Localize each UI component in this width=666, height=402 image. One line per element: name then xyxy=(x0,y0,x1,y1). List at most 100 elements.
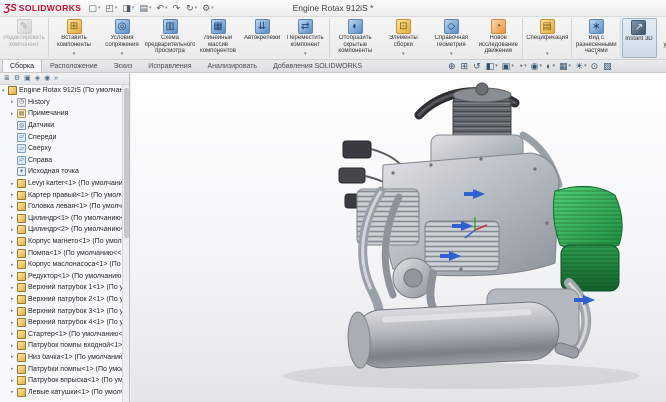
tree-item-label: Патрубок впрыска<1> (По умо xyxy=(28,377,122,384)
configuration-manager-tab-icon[interactable]: ▣ xyxy=(24,75,31,82)
expand-tabs-icon[interactable]: » xyxy=(54,75,58,82)
tree-item[interactable]: ▸ Помпа<1> (По умолчанию<< xyxy=(0,247,122,259)
tree-item[interactable]: ▸ Патрубки помпы<1> (По умол xyxy=(0,363,122,375)
tree-item[interactable]: ▸ Картер правый<1> (По умолча xyxy=(0,189,122,201)
tree-item[interactable]: ▸ Levyi karter<1> (По умолчанию xyxy=(0,178,122,190)
camera-icon[interactable]: ⊙ xyxy=(589,62,602,71)
bill-of-materials-button[interactable]: ▤ Спецификация ▾ xyxy=(524,18,572,58)
tree-item[interactable]: ▱ Спереди xyxy=(0,131,122,143)
exploded-view-button[interactable]: ∗ Вид с разнесенными частями ▾ xyxy=(573,18,621,58)
tree-item-label: Справа xyxy=(28,157,52,164)
print-icon[interactable]: ▤▾ xyxy=(137,4,153,13)
zoom-area-icon[interactable]: ⊞ xyxy=(459,62,472,71)
logo-text: SOLIDWORKS xyxy=(19,3,82,13)
ribbon-button-label: Спецификация xyxy=(526,35,568,42)
tree-item[interactable]: ▸ Верхний патрубок 1<1> (По ум xyxy=(0,282,122,294)
dimxpert-manager-tab-icon[interactable]: ◈ xyxy=(35,75,40,82)
view-settings-icon[interactable]: ☀▾ xyxy=(573,62,589,71)
new-motion-study-button[interactable]: ◔ Новое исследование движения xyxy=(475,18,523,58)
new-document-icon[interactable]: ▢▾ xyxy=(86,4,102,13)
tab-markup[interactable]: Исправления xyxy=(140,59,199,72)
tree-item-label: Спереди xyxy=(28,134,56,141)
view-orientation-icon[interactable]: ▣▾ xyxy=(500,62,516,71)
tree-item[interactable]: ▸ ▤ Примечания xyxy=(0,108,122,120)
feature-manager-tab-icon[interactable]: ≣ xyxy=(4,75,10,82)
tree-item-label: Картер правый<1> (По умолча xyxy=(28,192,122,199)
tree-item[interactable]: ▸ Корпус маслонасоса<1> (По у xyxy=(0,259,122,271)
tree-item[interactable]: ▸ ◷ History xyxy=(0,97,122,109)
tree-item[interactable]: ▸ Редуктор<1> (По умолчанию< xyxy=(0,271,122,283)
tree-item-icon xyxy=(17,365,26,374)
update-speedpak-button[interactable]: ↻ Обновить узлы сборки SpeedPak xyxy=(658,18,666,58)
display-style-icon[interactable]: ◔▾ xyxy=(516,62,529,71)
tab-sketch[interactable]: Эскиз xyxy=(106,59,141,72)
graphics-viewport[interactable] xyxy=(131,73,666,402)
tree-item[interactable]: ▱ Сверху xyxy=(0,143,122,155)
zoom-fit-icon[interactable]: ⊕ xyxy=(446,62,459,71)
tree-scrollbar[interactable] xyxy=(122,85,129,402)
tab-assembly[interactable]: Сборка xyxy=(2,59,42,72)
engine-3d-model[interactable] xyxy=(131,73,666,402)
tree-item[interactable]: ▸ Верхний патрубок 3<1> (По ум xyxy=(0,305,122,317)
tree-item-icon: ◷ xyxy=(17,98,26,107)
tree-item[interactable]: ▱ Справа xyxy=(0,155,122,167)
undo-icon[interactable]: ↶▾ xyxy=(154,4,169,13)
ribbon-button-icon: ◐ xyxy=(348,19,363,34)
tree-item-icon: ▱ xyxy=(17,144,26,153)
ribbon-button-icon: ▤ xyxy=(540,19,555,34)
tab-layout[interactable]: Расположение xyxy=(42,59,106,72)
apply-scene-icon[interactable]: ▦▾ xyxy=(557,62,573,71)
insert-components-button[interactable]: ⊞ Вставить компоненты ▾ xyxy=(50,18,98,58)
tree-item[interactable]: ▸ Верхний патрубок 4<1> (По ум xyxy=(0,317,122,329)
tree-item[interactable]: ▸ Корпус магнето<1> (По умолч xyxy=(0,236,122,248)
previous-view-icon[interactable]: ↺ xyxy=(471,62,484,71)
tree-item[interactable]: ▸ Низ бачка<1> (По умолчанию< xyxy=(0,352,122,364)
linear-pattern-button[interactable]: ▦ Линейный массив компонентов ▾ xyxy=(194,18,242,58)
tree-item[interactable]: ▸ Верхний патрубок 2<1> (По ум xyxy=(0,294,122,306)
component-preview-button[interactable]: ▥ Схема предварительного просмотра компо… xyxy=(146,18,194,58)
edit-component-button[interactable]: ✎ Редактировать компонент xyxy=(1,18,49,58)
section-view-icon[interactable]: ◧▾ xyxy=(484,62,500,71)
tree-item[interactable]: + Исходная точка xyxy=(0,166,122,178)
ribbon-button-icon: ↗ xyxy=(631,20,646,35)
panel-tab-bar: ≣ ⚙ ▣ ◈ ◉ » xyxy=(0,73,129,85)
ribbon-button-label: Вставить компоненты xyxy=(52,35,96,48)
tab-solidworks-addins[interactable]: Добавления SOLIDWORKS xyxy=(265,59,370,72)
open-document-icon[interactable]: ◰▾ xyxy=(103,4,119,13)
tab-evaluate[interactable]: Анализировать xyxy=(200,59,266,72)
save-icon[interactable]: ◨▾ xyxy=(120,4,136,13)
display-manager-tab-icon[interactable]: ◉ xyxy=(44,75,50,82)
ribbon-button-label: Переместить компонент xyxy=(284,35,326,48)
tree-item-icon xyxy=(17,249,26,258)
ribbon-button-label: Отобразить скрытые компоненты xyxy=(333,35,377,55)
tree-item-icon: ▤ xyxy=(17,109,26,118)
tree-item[interactable]: ▸ Цилиндр<1> (По умолчанию< xyxy=(0,213,122,225)
scrollbar-thumb[interactable] xyxy=(124,88,129,238)
property-manager-tab-icon[interactable]: ⚙ xyxy=(14,75,20,82)
tree-root-item[interactable]: ▾ Engine Rotax 912iS (По умолчани xyxy=(0,85,122,97)
ribbon-button-label: Справочная геометрия xyxy=(429,35,473,48)
tree-item-label: Корпус маслонасоса<1> (По у xyxy=(28,261,122,268)
show-hidden-components-button[interactable]: ◐ Отобразить скрытые компоненты xyxy=(331,18,379,58)
tree-item[interactable]: ◎ Датчики xyxy=(0,120,122,132)
title-bar: ƷS SOLIDWORKS ▢▾ ◰▾ ◨▾ ▤▾ xyxy=(0,0,666,17)
tree-item-label: Сверху xyxy=(28,145,51,152)
assembly-features-button[interactable]: ⊡ Элементы сборки ▾ xyxy=(379,18,427,58)
tree-item-icon xyxy=(17,376,26,385)
ribbon-button-icon: ▥ xyxy=(163,19,178,34)
ribbon-button-icon: ⊞ xyxy=(67,19,82,34)
reference-geometry-button[interactable]: ◇ Справочная геометрия ▾ xyxy=(427,18,475,58)
instant3d-button[interactable]: ↗ Instant 3D xyxy=(622,18,656,58)
mates-button[interactable]: ◎ Условия сопряжения ▾ xyxy=(98,18,146,58)
tree-item[interactable]: ▸ Патрубок впрыска<1> (По умо xyxy=(0,375,122,387)
tree-item[interactable]: ▸ Стартер<1> (По умолчанию<< xyxy=(0,328,122,340)
edit-appearance-icon[interactable]: ◐▾ xyxy=(544,62,557,71)
tree-item[interactable]: ▸ Патрубок помпы входной<1> ( xyxy=(0,340,122,352)
tree-item[interactable]: ▸ Головка левая<1> (По умолчани xyxy=(0,201,122,213)
smart-fasteners-button[interactable]: ⇊ Автокрепежи xyxy=(242,18,282,58)
move-component-button[interactable]: ⇄ Переместить компонент ▾ xyxy=(282,18,330,58)
tree-item[interactable]: ▸ Цилиндр<2> (По умолчанию< xyxy=(0,224,122,236)
hide-show-items-icon[interactable]: ◉▾ xyxy=(529,62,544,71)
3d-views-icon[interactable]: ▧ xyxy=(601,62,615,71)
tree-item[interactable]: ▸ Левые катушки<1> (По умолча xyxy=(0,386,122,398)
